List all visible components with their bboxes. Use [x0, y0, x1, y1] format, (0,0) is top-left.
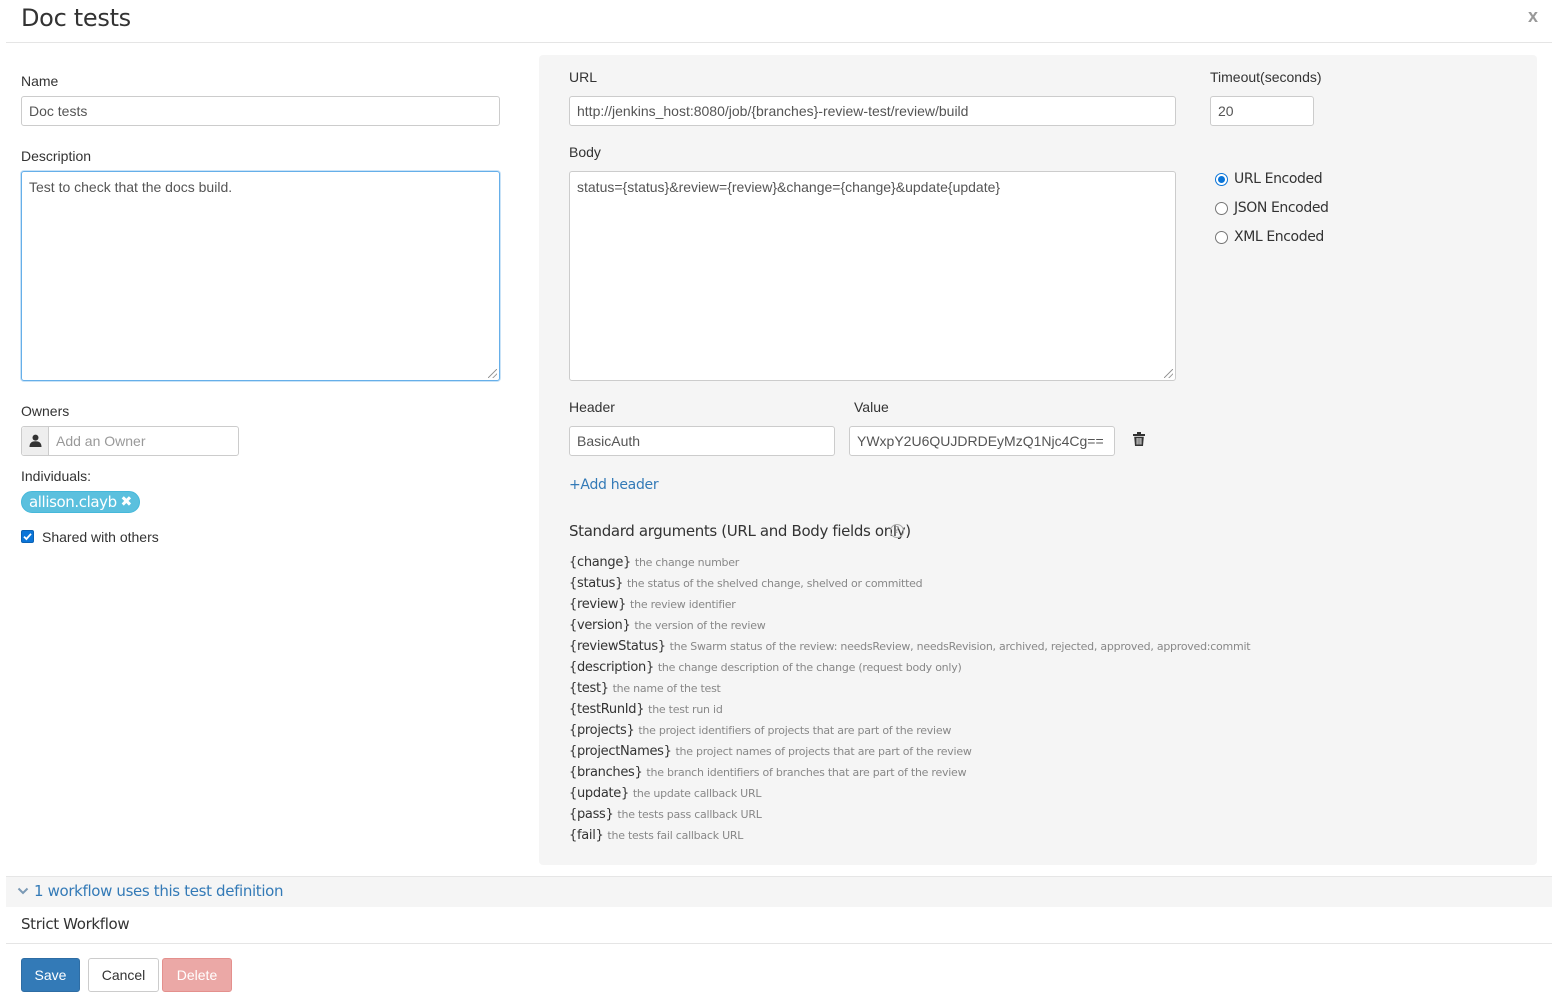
name-label: Name	[21, 73, 59, 89]
argument-row: {test} the name of the test	[569, 678, 1250, 699]
argument-description: the version of the review	[634, 619, 766, 632]
argument-row: {projectNames} the project names of proj…	[569, 741, 1250, 762]
delete-button[interactable]: Delete	[162, 958, 232, 992]
standard-arguments-list: {change} the change number {status} the …	[569, 552, 1251, 846]
shared-label: Shared with others	[42, 529, 159, 545]
description-label: Description	[21, 148, 92, 164]
argument-description: the project identifiers of projects that…	[638, 724, 952, 737]
argument-description: the test run id	[648, 703, 723, 716]
argument-description: the tests fail callback URL	[607, 829, 744, 842]
add-header-link[interactable]: +Add header	[569, 477, 659, 493]
owner-chip-name: allison.clayb	[29, 493, 117, 511]
xml-encoded-label[interactable]: XML Encoded	[1234, 229, 1324, 245]
body-text: status={status}&review={review}&change={…	[577, 179, 1001, 195]
header-name-input[interactable]: BasicAuth	[569, 426, 835, 456]
page-title: Doc tests	[21, 4, 131, 32]
user-icon	[22, 427, 49, 455]
cancel-button[interactable]: Cancel	[88, 958, 159, 992]
shared-checkbox[interactable]	[21, 530, 34, 543]
radio-xml-encoded[interactable]	[1215, 231, 1228, 244]
argument-description: the change description of the change (re…	[657, 661, 962, 674]
value-label: Value	[854, 399, 889, 415]
argument-description: the update callback URL	[632, 787, 762, 800]
argument-row: {pass} the tests pass callback URL	[569, 804, 1250, 825]
help-icon[interactable]: ?	[890, 524, 904, 538]
argument-description: the name of the test	[612, 682, 721, 695]
radio-url-encoded[interactable]	[1215, 173, 1228, 186]
argument-name: {branches}	[569, 765, 643, 780]
chevron-down-icon[interactable]	[17, 884, 29, 900]
save-button[interactable]: Save	[21, 958, 80, 992]
argument-row: {description} the change description of …	[569, 657, 1250, 678]
argument-description: the project names of projects that are p…	[675, 745, 972, 758]
argument-row: {update} the update callback URL	[569, 783, 1250, 804]
url-encoded-label[interactable]: URL Encoded	[1234, 171, 1323, 187]
trash-icon[interactable]	[1133, 432, 1145, 449]
argument-row: {fail} the tests fail callback URL	[569, 825, 1250, 846]
header-divider	[6, 42, 1552, 43]
argument-name: {change}	[569, 555, 631, 570]
argument-name: {fail}	[569, 828, 604, 843]
timeout-label: Timeout(seconds)	[1210, 69, 1322, 85]
remove-icon[interactable]: ✖	[120, 492, 132, 512]
workflow-item: Strict Workflow	[21, 915, 130, 933]
name-input[interactable]: Doc tests	[21, 96, 500, 126]
description-textarea[interactable]: Test to check that the docs build.	[21, 171, 500, 381]
argument-name: {test}	[569, 681, 609, 696]
standard-arguments-title: Standard arguments (URL and Body fields …	[569, 522, 911, 540]
footer-divider	[6, 943, 1552, 944]
argument-row: {testRunId} the test run id	[569, 699, 1250, 720]
description-text: Test to check that the docs build.	[29, 179, 233, 195]
owner-search-input[interactable]: Add an Owner	[49, 427, 238, 455]
argument-row: {change} the change number	[569, 552, 1250, 573]
header-label: Header	[569, 399, 615, 415]
owner-chip: allison.clayb ✖	[21, 491, 140, 513]
argument-row: {version} the version of the review	[569, 615, 1250, 636]
resize-handle[interactable]	[488, 369, 497, 378]
argument-name: {description}	[569, 660, 654, 675]
json-encoded-label[interactable]: JSON Encoded	[1234, 200, 1329, 216]
radio-json-encoded[interactable]	[1215, 202, 1228, 215]
argument-row: {reviewStatus} the Swarm status of the r…	[569, 636, 1251, 657]
url-input[interactable]: http://jenkins_host:8080/job/{branches}-…	[569, 96, 1176, 126]
argument-description: the change number	[634, 556, 740, 569]
argument-description: the Swarm status of the review: needsRev…	[669, 640, 1251, 653]
owner-input-group: Add an Owner	[21, 426, 239, 456]
close-icon[interactable]: x	[1528, 6, 1538, 26]
argument-name: {pass}	[569, 807, 614, 822]
argument-row: {review} the review identifier	[569, 594, 1250, 615]
argument-row: {branches} the branch identifiers of bra…	[569, 762, 1250, 783]
argument-description: the status of the shelved change, shelve…	[626, 577, 923, 590]
body-label: Body	[569, 144, 601, 160]
argument-row: {status} the status of the shelved chang…	[569, 573, 1250, 594]
argument-name: {testRunId}	[569, 702, 645, 717]
resize-handle[interactable]	[1164, 369, 1173, 378]
argument-description: the review identifier	[630, 598, 736, 611]
argument-name: {version}	[569, 618, 631, 633]
argument-name: {reviewStatus}	[569, 639, 666, 654]
individuals-label: Individuals:	[21, 468, 92, 484]
body-textarea[interactable]: status={status}&review={review}&change={…	[569, 171, 1176, 381]
url-label: URL	[569, 69, 598, 85]
argument-name: {update}	[569, 786, 629, 801]
argument-name: {projects}	[569, 723, 635, 738]
argument-name: {status}	[569, 576, 624, 591]
owners-label: Owners	[21, 403, 70, 419]
argument-description: the tests pass callback URL	[617, 808, 762, 821]
workflow-usage-toggle[interactable]: 1 workflow uses this test definition	[34, 882, 283, 900]
checkbox-checked-icon	[23, 533, 32, 541]
argument-row: {projects} the project identifiers of pr…	[569, 720, 1250, 741]
header-value-input[interactable]: YWxpY2U6QUJDRDEyMzQ1Njc4Cg==	[849, 426, 1115, 456]
argument-name: {review}	[569, 597, 627, 612]
timeout-input[interactable]: 20	[1210, 96, 1314, 126]
argument-description: the branch identifiers of branches that …	[646, 766, 967, 779]
argument-name: {projectNames}	[569, 744, 672, 759]
